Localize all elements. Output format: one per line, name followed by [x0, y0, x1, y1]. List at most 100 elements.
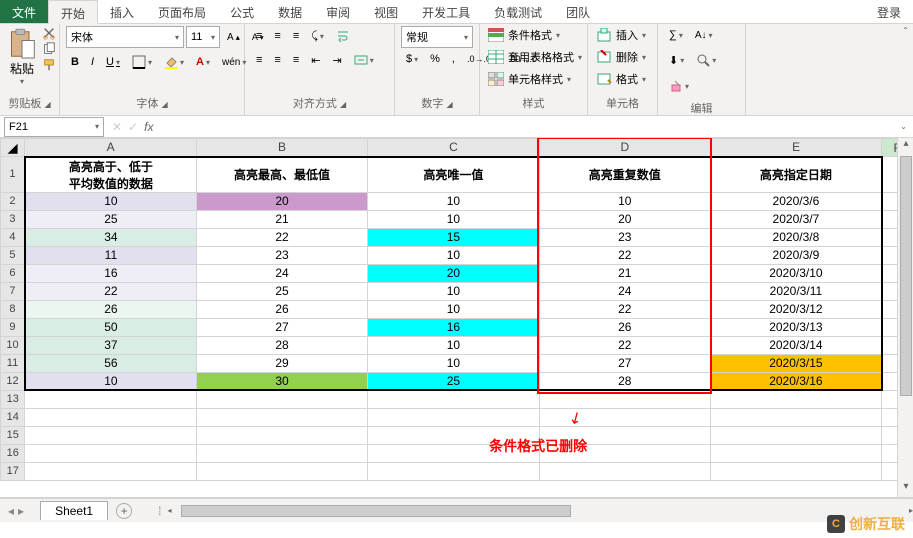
cell-B4[interactable]: 22	[196, 228, 367, 246]
row-header-1[interactable]: 1	[1, 157, 25, 193]
cell-B2[interactable]: 20	[196, 192, 367, 210]
cell-B12[interactable]: 30	[196, 372, 367, 390]
border-button[interactable]: ▾	[127, 52, 157, 72]
tab-2[interactable]: 页面布局	[146, 0, 218, 23]
align-middle-icon[interactable]: ≡	[269, 27, 285, 45]
select-all-corner[interactable]: ◢	[1, 139, 25, 157]
cell-C10[interactable]: 10	[368, 336, 539, 354]
tab-file[interactable]: 文件	[0, 0, 48, 23]
hscroll-left-icon[interactable]: ◂	[167, 506, 171, 515]
tab-3[interactable]: 公式	[218, 0, 266, 23]
cell-E7[interactable]: 2020/3/11	[710, 282, 881, 300]
cell-C14[interactable]	[368, 408, 539, 426]
tab-6[interactable]: 视图	[362, 0, 410, 23]
cell-E6[interactable]: 2020/3/10	[710, 264, 881, 282]
worksheet-grid[interactable]: ◢ABCDEF1高亮高于、低于 平均数值的数据高亮最高、最低值高亮唯一值高亮重复…	[0, 138, 913, 498]
row-header-17[interactable]: 17	[1, 462, 25, 480]
row-header-6[interactable]: 6	[1, 264, 25, 282]
cell-E16[interactable]	[710, 444, 881, 462]
enter-formula-icon[interactable]: ✓	[128, 120, 138, 134]
cell-D3[interactable]: 20	[539, 210, 710, 228]
increase-font-icon[interactable]: A▴	[222, 29, 245, 46]
cell-E12[interactable]: 2020/3/16	[710, 372, 881, 390]
percent-format-icon[interactable]: %	[425, 50, 445, 68]
align-bottom-icon[interactable]: ≡	[288, 27, 304, 45]
cell-A6[interactable]: 16	[25, 264, 196, 282]
row-header-7[interactable]: 7	[1, 282, 25, 300]
cell-D10[interactable]: 22	[539, 336, 710, 354]
find-select-icon[interactable]: ▾	[691, 50, 721, 70]
tab-7[interactable]: 开发工具	[410, 0, 482, 23]
collapse-ribbon-icon[interactable]: ⌃	[902, 26, 909, 35]
cell-A12[interactable]: 10	[25, 372, 196, 390]
cell-C5[interactable]: 10	[368, 246, 539, 264]
fx-icon[interactable]: fx	[144, 120, 153, 134]
cell-A7[interactable]: 22	[25, 282, 196, 300]
cell-A10[interactable]: 37	[25, 336, 196, 354]
cell-D7[interactable]: 24	[539, 282, 710, 300]
cell-B17[interactable]	[196, 462, 367, 480]
italic-button[interactable]: I	[86, 53, 99, 71]
copy-icon[interactable]	[42, 42, 56, 56]
column-header-E[interactable]: E	[710, 139, 881, 157]
cell-D14[interactable]	[539, 408, 710, 426]
comma-format-icon[interactable]: ,	[447, 50, 460, 68]
tab-9[interactable]: 团队	[554, 0, 602, 23]
hscroll-right-icon[interactable]: ▸	[909, 506, 913, 515]
align-top-icon[interactable]: ≡	[251, 27, 267, 45]
dialog-launcher-icon[interactable]: ◢	[340, 100, 346, 109]
cell-D5[interactable]: 22	[539, 246, 710, 264]
cell-E3[interactable]: 2020/3/7	[710, 210, 881, 228]
cell-B11[interactable]: 29	[196, 354, 367, 372]
dialog-launcher-icon[interactable]: ◢	[44, 100, 50, 109]
row-header-16[interactable]: 16	[1, 444, 25, 462]
cell-B15[interactable]	[196, 426, 367, 444]
cell-A13[interactable]	[25, 390, 196, 408]
cell-E10[interactable]: 2020/3/14	[710, 336, 881, 354]
clear-icon[interactable]: ▾	[664, 76, 694, 96]
cell-C2[interactable]: 10	[368, 192, 539, 210]
orientation-icon[interactable]: ⤹▾	[306, 27, 329, 46]
underline-button[interactable]: U▾	[101, 53, 125, 71]
cell-B13[interactable]	[196, 390, 367, 408]
cut-icon[interactable]	[42, 26, 56, 40]
accounting-format-icon[interactable]: $▾	[401, 50, 423, 68]
decrease-indent-icon[interactable]: ⇤	[306, 51, 325, 70]
conditional-format-button[interactable]: 条件格式▾	[486, 26, 562, 44]
cell-D6[interactable]: 21	[539, 264, 710, 282]
row-header-8[interactable]: 8	[1, 300, 25, 318]
cancel-formula-icon[interactable]: ✕	[112, 120, 122, 134]
horizontal-scrollbar[interactable]	[181, 504, 889, 518]
sheet-tab[interactable]: Sheet1	[40, 501, 108, 520]
tab-4[interactable]: 数据	[266, 0, 314, 23]
cell-styles-button[interactable]: 单元格样式▾	[486, 70, 573, 88]
horizontal-scrollbar-thumb[interactable]	[181, 505, 570, 517]
fill-icon[interactable]: ⬇▾	[664, 51, 689, 70]
cell-B16[interactable]	[196, 444, 367, 462]
tab-8[interactable]: 负载测试	[482, 0, 554, 23]
autosum-icon[interactable]: ∑▾	[664, 26, 688, 44]
cell-E8[interactable]: 2020/3/12	[710, 300, 881, 318]
cell-E5[interactable]: 2020/3/9	[710, 246, 881, 264]
cell-D4[interactable]: 23	[539, 228, 710, 246]
font-name-select[interactable]: 宋体▾	[66, 26, 184, 48]
cell-A17[interactable]	[25, 462, 196, 480]
cell-C6[interactable]: 20	[368, 264, 539, 282]
vertical-scrollbar-thumb[interactable]	[900, 156, 912, 396]
cell-A4[interactable]: 34	[25, 228, 196, 246]
header-cell-B[interactable]: 高亮最高、最低值	[196, 157, 367, 193]
cell-D8[interactable]: 22	[539, 300, 710, 318]
cell-E13[interactable]	[710, 390, 881, 408]
align-right-icon[interactable]: ≡	[288, 51, 304, 69]
cell-B3[interactable]: 21	[196, 210, 367, 228]
row-header-15[interactable]: 15	[1, 426, 25, 444]
cell-E11[interactable]: 2020/3/15	[710, 354, 881, 372]
wrap-text-icon[interactable]	[331, 26, 355, 46]
sort-filter-icon[interactable]: A↓▾	[690, 27, 718, 44]
cell-B9[interactable]: 27	[196, 318, 367, 336]
sheet-nav[interactable]: ◂▸	[0, 504, 32, 518]
cell-A16[interactable]	[25, 444, 196, 462]
format-painter-icon[interactable]	[42, 58, 56, 72]
tab-0[interactable]: 开始	[48, 0, 98, 24]
cell-C11[interactable]: 10	[368, 354, 539, 372]
